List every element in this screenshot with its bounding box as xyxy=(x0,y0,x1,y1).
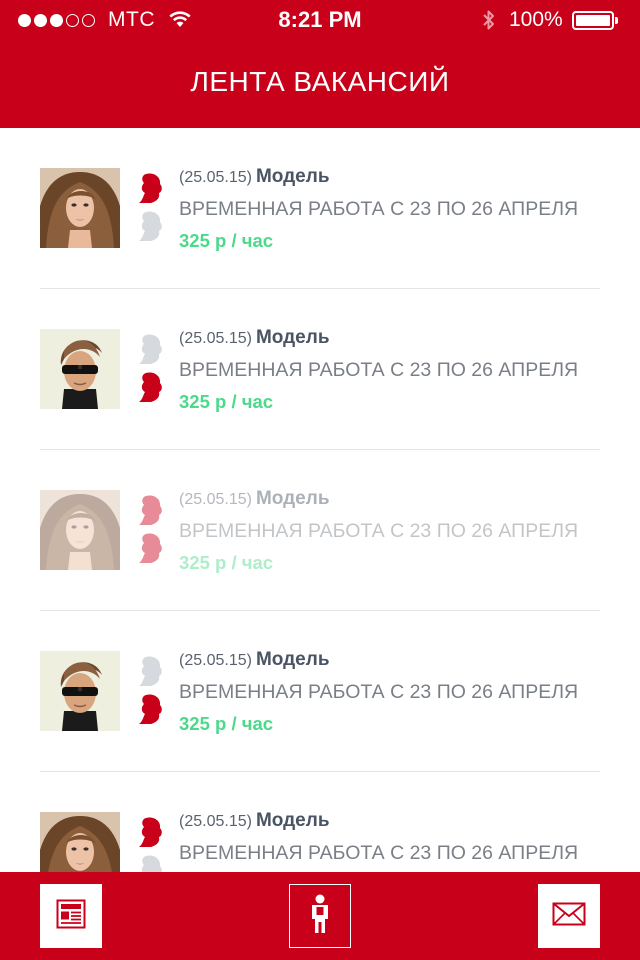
female-silhouette-icon xyxy=(136,172,166,204)
vacancy-description: ВРЕМЕННАЯ РАБОТА С 23 ПО 26 АПРЕЛЯ xyxy=(179,842,579,864)
newspaper-icon xyxy=(56,899,86,934)
vacancy-title: Модель xyxy=(255,488,330,509)
vacancy-header: (25.05.15) Модель xyxy=(179,325,599,351)
female-silhouette-icon xyxy=(136,655,166,687)
female-avatar xyxy=(40,812,120,872)
male-silhouette-icon xyxy=(136,693,166,725)
vacancy-title: Модель xyxy=(255,166,330,187)
vacancy-title: Модель xyxy=(255,327,330,348)
header: МТС 8:21 PM 100% ЛЕНТА ВАКАНСИЙ xyxy=(0,0,640,128)
vacancy-pay: 325 р / час xyxy=(179,391,274,412)
vacancy-header: (25.05.15) Модель xyxy=(179,647,599,673)
female-avatar xyxy=(40,168,120,248)
messages-tab[interactable] xyxy=(538,884,600,948)
vacancy-item[interactable]: (25.05.15) Модель ВРЕМЕННАЯ РАБОТА С 23 П… xyxy=(40,289,600,450)
battery-percentage: 100% xyxy=(509,8,563,31)
vacancy-pay: 325 р / час xyxy=(179,552,274,573)
female-silhouette-icon xyxy=(136,494,166,526)
male-silhouette-icon xyxy=(136,532,166,564)
vacancy-info: (25.05.15) Модель ВРЕМЕННАЯ РАБОТА С 23 П… xyxy=(179,325,599,415)
vacancy-date: (25.05.15) xyxy=(179,169,252,186)
gender-indicator xyxy=(136,172,166,248)
vacancy-feed[interactable]: (25.05.15) Модель ВРЕМЕННАЯ РАБОТА С 23 П… xyxy=(0,128,640,872)
worker-tab[interactable] xyxy=(289,884,351,948)
vacancy-date: (25.05.15) xyxy=(179,813,252,830)
vacancy-title: Модель xyxy=(255,810,330,831)
vacancy-title: Модель xyxy=(255,649,330,670)
vacancy-pay: 325 р / час xyxy=(179,230,274,251)
gender-indicator xyxy=(136,333,166,409)
vacancy-item[interactable]: (25.05.15) Модель ВРЕМЕННАЯ РАБОТА С 23 П… xyxy=(40,128,600,289)
female-silhouette-icon xyxy=(136,816,166,848)
male-silhouette-icon xyxy=(136,371,166,403)
vacancy-header: (25.05.15) Модель xyxy=(179,808,599,834)
vacancy-info: (25.05.15) Модель ВРЕМЕННАЯ РАБОТА С 23 П… xyxy=(179,647,599,737)
gender-indicator xyxy=(136,816,166,872)
vacancy-date: (25.05.15) xyxy=(179,330,252,347)
vacancy-header: (25.05.15) Модель xyxy=(179,486,599,512)
vacancy-date: (25.05.15) xyxy=(179,491,252,508)
male-avatar xyxy=(40,651,120,731)
vacancy-header: (25.05.15) Модель xyxy=(179,164,599,190)
vacancy-description: ВРЕМЕННАЯ РАБОТА С 23 ПО 26 АПРЕЛЯ xyxy=(179,198,579,220)
gender-indicator xyxy=(136,494,166,570)
female-avatar xyxy=(40,490,120,570)
female-silhouette-icon xyxy=(136,333,166,365)
gender-indicator xyxy=(136,655,166,731)
vacancy-description: ВРЕМЕННАЯ РАБОТА С 23 ПО 26 АПРЕЛЯ xyxy=(179,520,579,542)
male-silhouette-icon xyxy=(136,854,166,872)
vacancy-description: ВРЕМЕННАЯ РАБОТА С 23 ПО 26 АПРЕЛЯ xyxy=(179,681,579,703)
vacancy-info: (25.05.15) Модель ВРЕМЕННАЯ РАБОТА С 23 П… xyxy=(179,486,599,576)
battery-icon xyxy=(572,11,618,30)
vacancy-item[interactable]: (25.05.15) Модель ВРЕМЕННАЯ РАБОТА С 23 П… xyxy=(40,450,600,611)
bottom-navigation xyxy=(0,872,640,960)
envelope-icon xyxy=(552,902,586,931)
status-bar: МТС 8:21 PM 100% xyxy=(0,0,640,40)
bluetooth-icon xyxy=(482,9,496,37)
news-feed-tab[interactable] xyxy=(40,884,102,948)
vacancy-info: (25.05.15) Модель ВРЕМЕННАЯ РАБОТА С 23 П… xyxy=(179,808,599,872)
vacancy-info: (25.05.15) Модель ВРЕМЕННАЯ РАБОТА С 23 П… xyxy=(179,164,599,254)
worker-icon xyxy=(309,894,331,939)
vacancy-item[interactable]: (25.05.15) Модель ВРЕМЕННАЯ РАБОТА С 23 П… xyxy=(40,611,600,772)
vacancy-date: (25.05.15) xyxy=(179,652,252,669)
male-silhouette-icon xyxy=(136,210,166,242)
male-avatar xyxy=(40,329,120,409)
vacancy-item[interactable]: (25.05.15) Модель ВРЕМЕННАЯ РАБОТА С 23 П… xyxy=(40,772,600,872)
vacancy-pay: 325 р / час xyxy=(179,713,274,734)
page-title: ЛЕНТА ВАКАНСИЙ xyxy=(190,66,450,97)
vacancy-description: ВРЕМЕННАЯ РАБОТА С 23 ПО 26 АПРЕЛЯ xyxy=(179,359,579,381)
